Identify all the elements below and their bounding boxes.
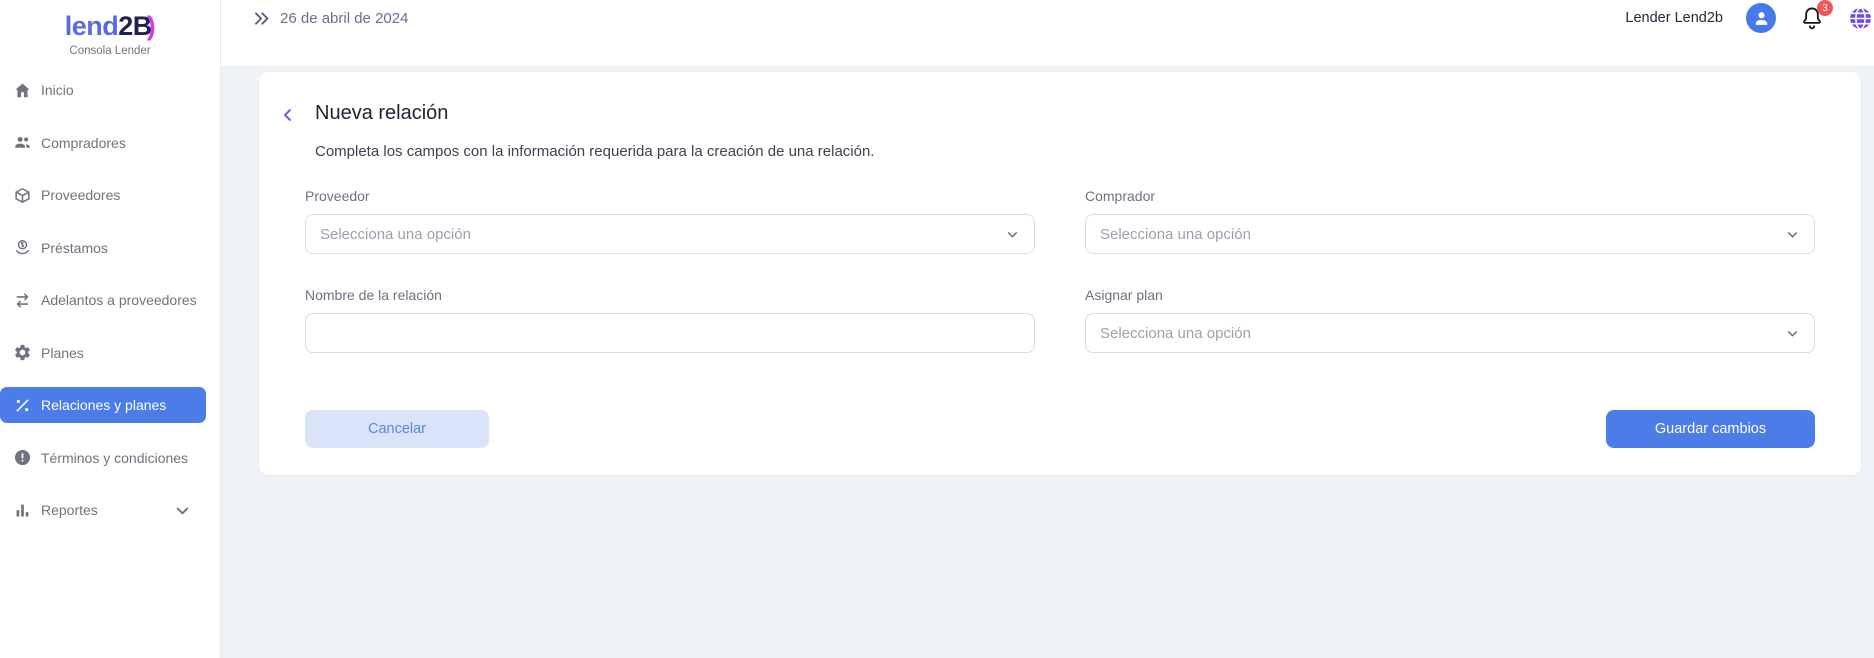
sidebar-item-reportes[interactable]: Reportes: [0, 484, 206, 537]
home-icon: [10, 80, 34, 100]
sidebar-item-adelantos[interactable]: Adelantos a proveedores: [0, 274, 206, 327]
asignar-plan-label: Asignar plan: [1085, 287, 1815, 303]
sidebar-item-label: Reportes: [41, 502, 98, 518]
chevron-down-icon: [173, 501, 192, 520]
sidebar-item-label: Inicio: [41, 82, 74, 98]
relation-name-input[interactable]: [305, 313, 1035, 353]
sidebar-item-proveedores[interactable]: Proveedores: [0, 169, 206, 222]
relation-name-label: Nombre de la relación: [305, 287, 1035, 303]
percent-icon: [10, 395, 34, 415]
proveedor-placeholder: Selecciona una opción: [320, 226, 1005, 243]
sidebar-item-label: Compradores: [41, 135, 126, 151]
save-button[interactable]: Guardar cambios: [1606, 410, 1815, 448]
comprador-select[interactable]: Selecciona una opción: [1085, 214, 1815, 254]
sidebar-item-label: Planes: [41, 345, 84, 361]
asignar-plan-select[interactable]: Selecciona una opción: [1085, 313, 1815, 353]
sidebar-collapse-button[interactable]: [252, 9, 271, 28]
language-button[interactable]: [1848, 6, 1873, 31]
package-icon: [10, 185, 34, 205]
globe-icon: [1848, 6, 1873, 31]
sidebar-item-label: Proveedores: [41, 187, 120, 203]
proveedor-select[interactable]: Selecciona una opción: [305, 214, 1035, 254]
page-title: Nueva relación: [315, 102, 448, 125]
comprador-field: Comprador Selecciona una opción: [1085, 188, 1815, 254]
current-date: 26 de abril de 2024: [280, 10, 408, 27]
gear-icon: [10, 343, 34, 363]
asignar-plan-placeholder: Selecciona una opción: [1100, 325, 1785, 342]
sidebar-item-planes[interactable]: Planes: [0, 327, 206, 380]
sidebar-item-label: Préstamos: [41, 240, 108, 256]
alert-circle-icon: [10, 448, 34, 468]
new-relation-card: Nueva relación Completa los campos con l…: [259, 72, 1861, 475]
bar-chart-icon: [10, 500, 34, 520]
asignar-plan-field: Asignar plan Selecciona una opción: [1085, 287, 1815, 353]
transfer-icon: [10, 290, 34, 310]
chevron-left-icon: [279, 105, 297, 125]
logo-primary-text: lend: [65, 11, 119, 41]
proveedor-field: Proveedor Selecciona una opción: [305, 188, 1035, 254]
person-icon: [1752, 9, 1771, 28]
sidebar: lend2B) Consola Lender Inicio Compradore…: [0, 0, 221, 658]
back-button[interactable]: [279, 105, 297, 125]
sidebar-nav: Inicio Compradores Proveedores Préstam: [0, 64, 221, 537]
users-icon: [10, 133, 34, 153]
notifications-button[interactable]: 3: [1799, 5, 1825, 31]
comprador-placeholder: Selecciona una opción: [1100, 226, 1785, 243]
proveedor-label: Proveedor: [305, 188, 1035, 204]
brand-logo: lend2B) Consola Lender: [0, 0, 220, 57]
user-avatar-button[interactable]: [1746, 3, 1776, 33]
notification-badge: 3: [1817, 0, 1833, 16]
topbar: 26 de abril de 2024 Lender Lend2b 3: [221, 0, 1874, 66]
comprador-label: Comprador: [1085, 188, 1815, 204]
sidebar-item-compradores[interactable]: Compradores: [0, 117, 206, 170]
logo-subtitle: Consola Lender: [0, 45, 220, 57]
sidebar-item-inicio[interactable]: Inicio: [0, 64, 206, 117]
sidebar-item-label: Adelantos a proveedores: [41, 292, 197, 308]
main-content: Nueva relación Completa los campos con l…: [221, 66, 1874, 658]
sidebar-item-label: Relaciones y planes: [41, 397, 166, 413]
sidebar-item-relaciones-y-planes[interactable]: Relaciones y planes: [0, 387, 206, 423]
chevron-down-icon: [1785, 227, 1800, 242]
sidebar-item-label: Términos y condiciones: [41, 450, 188, 466]
chevron-down-icon: [1785, 326, 1800, 341]
chevron-down-icon: [1005, 227, 1020, 242]
logo-text: lend2B): [0, 10, 220, 42]
relation-name-field: Nombre de la relación: [305, 287, 1035, 353]
page-subtitle: Completa los campos con la información r…: [315, 143, 874, 160]
sidebar-item-prestamos[interactable]: Préstamos: [0, 222, 206, 275]
sidebar-item-terminos[interactable]: Términos y condiciones: [0, 432, 206, 485]
loan-icon: [10, 238, 34, 258]
user-name: Lender Lend2b: [1625, 10, 1723, 26]
cancel-button[interactable]: Cancelar: [305, 410, 489, 448]
double-chevron-right-icon: [252, 9, 271, 28]
logo-accent-mark: ): [147, 11, 156, 41]
